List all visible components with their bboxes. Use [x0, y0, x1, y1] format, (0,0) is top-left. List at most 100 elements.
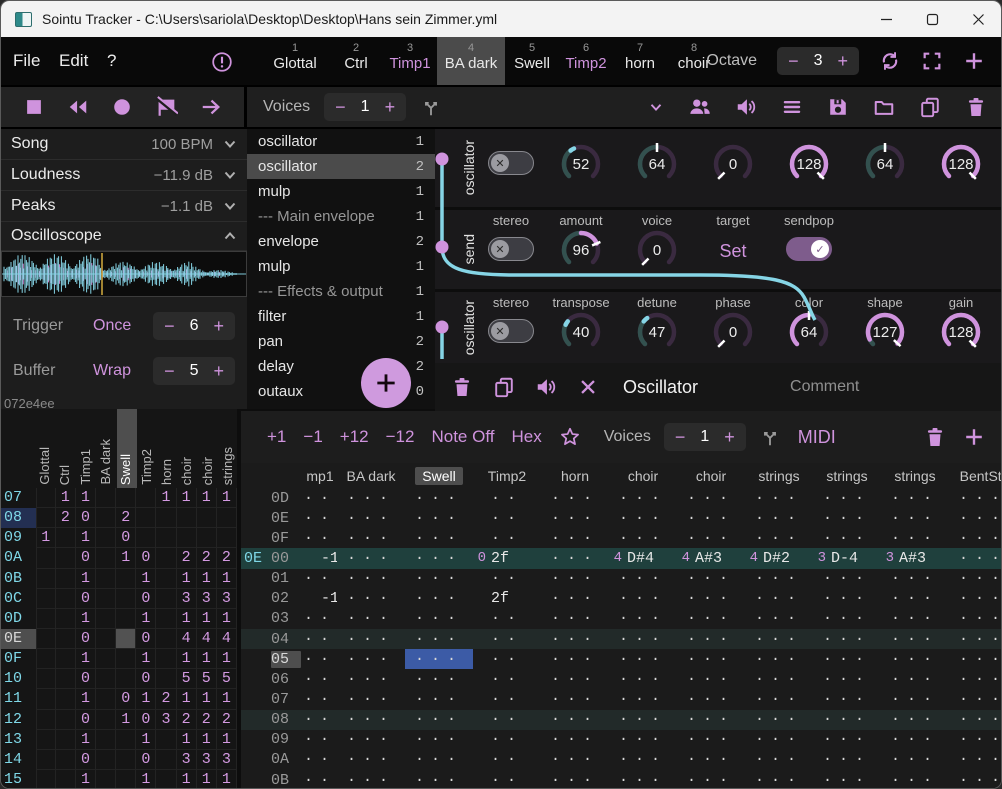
pattern-cell[interactable]: ···: [881, 770, 949, 789]
pattern-cell[interactable]: ··: [303, 629, 337, 649]
order-cell[interactable]: [36, 569, 56, 589]
order-cell[interactable]: 0: [76, 710, 96, 730]
order-cell[interactable]: 1: [76, 488, 96, 508]
order-cell[interactable]: 0: [136, 548, 156, 568]
target-set-button[interactable]: Set: [719, 241, 746, 262]
order-cell[interactable]: [156, 508, 176, 528]
order-cell[interactable]: [56, 669, 76, 689]
order-column-header-timp1[interactable]: Timp1: [78, 449, 93, 485]
order-cell[interactable]: 0: [76, 750, 96, 770]
order-cell[interactable]: 1: [76, 689, 96, 709]
knob-detune[interactable]: 47: [634, 309, 680, 355]
pattern-cell[interactable]: ···: [405, 689, 473, 709]
order-cell[interactable]: [96, 548, 116, 568]
star-icon[interactable]: [559, 426, 581, 448]
buffer-mode-button[interactable]: Wrap: [93, 362, 153, 380]
pattern-cell[interactable]: ···: [337, 689, 405, 709]
order-cell[interactable]: [56, 528, 76, 548]
pattern-cell[interactable]: ···: [405, 669, 473, 689]
order-cell[interactable]: 1: [116, 548, 136, 568]
order-cell[interactable]: [156, 750, 176, 770]
unit-comment-input[interactable]: Comment: [790, 378, 859, 396]
order-cell[interactable]: 1: [177, 689, 197, 709]
pattern-cell[interactable]: ···: [949, 528, 1002, 548]
order-column-header-ba-dark[interactable]: BA dark: [98, 439, 113, 485]
order-cell[interactable]: 0: [116, 528, 136, 548]
knob-gain[interactable]: 128: [938, 309, 984, 355]
peaks-row[interactable]: Peaks −1.1 dB: [1, 191, 247, 222]
order-cell[interactable]: [96, 770, 116, 789]
pattern-cell[interactable]: ···: [813, 569, 881, 589]
order-cell[interactable]: 0: [116, 689, 136, 709]
tab-instrument-glottal[interactable]: 1Glottal: [261, 37, 329, 85]
order-cell[interactable]: 1: [197, 689, 217, 709]
order-cell[interactable]: 1: [177, 649, 197, 669]
pattern-cell[interactable]: ···: [541, 528, 609, 548]
order-cell[interactable]: 1: [197, 649, 217, 669]
knob-phase[interactable]: 0: [710, 309, 756, 355]
pattern-cell[interactable]: ···: [881, 488, 949, 508]
order-cell[interactable]: 3: [177, 589, 197, 609]
pattern-cell[interactable]: ···: [337, 669, 405, 689]
pattern-cell[interactable]: ···: [337, 629, 405, 649]
order-cell[interactable]: [136, 528, 156, 548]
order-cell[interactable]: 1: [177, 569, 197, 589]
order-cell[interactable]: [136, 488, 156, 508]
order-cell[interactable]: [177, 508, 197, 528]
order-cell[interactable]: 0: [136, 750, 156, 770]
pattern-cell[interactable]: ···: [609, 750, 677, 770]
pattern-cell[interactable]: ··: [473, 649, 541, 669]
order-cell[interactable]: 3: [217, 589, 237, 609]
order-cell[interactable]: [96, 750, 116, 770]
track-header-horn[interactable]: horn: [541, 468, 609, 484]
order-cell[interactable]: [96, 710, 116, 730]
track-voices-minus-button[interactable]: −: [675, 428, 686, 446]
order-cell[interactable]: 1: [136, 770, 156, 789]
unit-list-item--Main-envelope[interactable]: --- Main envelope1: [247, 204, 435, 229]
pattern-cell[interactable]: ··: [303, 770, 337, 789]
order-cell[interactable]: [36, 629, 56, 649]
order-column-header-choir[interactable]: choir: [200, 457, 215, 485]
pattern-cell[interactable]: ··: [303, 750, 337, 770]
track-header-strings[interactable]: strings: [881, 468, 949, 484]
pattern-cell[interactable]: 4D#4: [609, 548, 677, 568]
pattern-cell[interactable]: ···: [541, 750, 609, 770]
song-row[interactable]: Song 100 BPM: [1, 129, 247, 160]
order-cell[interactable]: [156, 770, 176, 789]
order-cell[interactable]: 1: [76, 528, 96, 548]
pattern-cell[interactable]: ··: [473, 750, 541, 770]
order-cell[interactable]: [56, 569, 76, 589]
voices-minus-button[interactable]: −: [335, 98, 346, 116]
pattern-cell[interactable]: ···: [949, 669, 1002, 689]
order-cell[interactable]: [36, 770, 56, 789]
oscilloscope-row[interactable]: Oscilloscope: [1, 222, 247, 251]
pattern-cell[interactable]: ··: [303, 730, 337, 750]
order-cell[interactable]: [156, 669, 176, 689]
track-split-icon[interactable]: [759, 426, 781, 448]
pattern-cell[interactable]: ···: [813, 689, 881, 709]
order-column-header-choir[interactable]: choir: [179, 457, 194, 485]
pattern-cell[interactable]: ···: [405, 589, 473, 609]
order-cell[interactable]: 4: [177, 629, 197, 649]
pattern-cell[interactable]: ···: [677, 710, 745, 730]
order-cell[interactable]: 1: [217, 609, 237, 629]
play-forward-button[interactable]: [200, 96, 222, 118]
order-cell[interactable]: 5: [177, 669, 197, 689]
order-cell[interactable]: [96, 609, 116, 629]
order-column-header-horn[interactable]: horn: [159, 459, 174, 485]
order-cell[interactable]: [36, 609, 56, 629]
pattern-cell[interactable]: ···: [813, 669, 881, 689]
order-cell[interactable]: 0: [76, 508, 96, 528]
pattern-cell[interactable]: ···: [881, 710, 949, 730]
order-cell[interactable]: [36, 589, 56, 609]
pattern-cell[interactable]: ···: [677, 649, 745, 669]
trigger-minus-button[interactable]: −: [164, 317, 175, 335]
order-cell[interactable]: 1: [197, 569, 217, 589]
pattern-cell[interactable]: ···: [405, 649, 473, 669]
order-cell[interactable]: 2: [217, 548, 237, 568]
pattern-cell[interactable]: ···: [405, 710, 473, 730]
pattern-cell[interactable]: ···: [881, 609, 949, 629]
pattern-cell[interactable]: ···: [745, 730, 813, 750]
order-cell[interactable]: 1: [76, 770, 96, 789]
pattern-cell[interactable]: ···: [609, 589, 677, 609]
